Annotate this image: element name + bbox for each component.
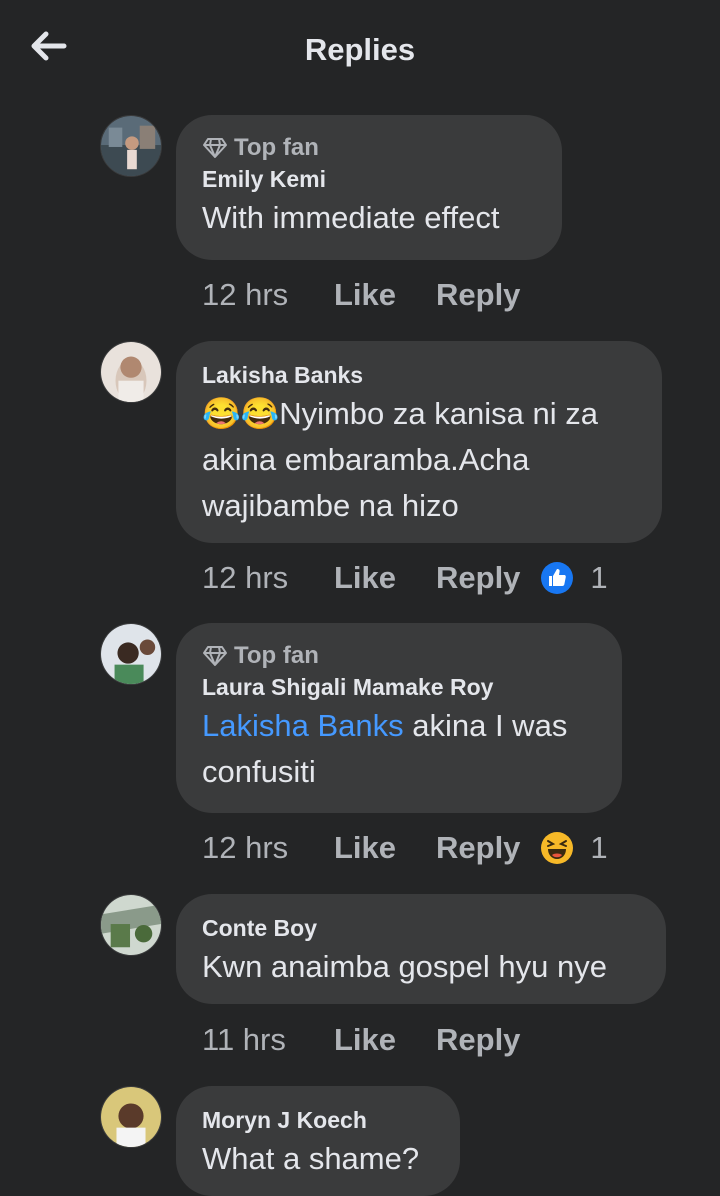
comment-text-line: akina I was [403, 708, 568, 743]
reply-button[interactable]: Reply [436, 830, 520, 866]
reaction-count: 1 [590, 560, 608, 595]
reaction-summary[interactable]: 1 [540, 830, 608, 866]
like-button[interactable]: Like [334, 830, 436, 866]
comment-text: Lakisha Banks akina I was confusiti [202, 703, 596, 795]
header-bar: Replies [0, 0, 720, 100]
page-title: Replies [304, 32, 416, 67]
badge-label: Top fan [234, 642, 319, 669]
thumbs-up-icon [541, 562, 574, 594]
comment-time[interactable]: 12 hrs [202, 830, 334, 866]
comment-time[interactable]: 12 hrs [202, 560, 334, 596]
comment-item: Top fan Laura Shigali Mamake Roy Lakisha… [100, 623, 700, 873]
comment-item: Conte Boy Kwn anaimba gospel hyu nye 11 … [100, 894, 700, 1074]
mention-link[interactable]: Lakisha Banks [202, 708, 404, 743]
laughing-tears-emoji: 😂😂 [202, 396, 280, 431]
comment-author[interactable]: Moryn J Koech [202, 1104, 434, 1136]
avatar[interactable] [100, 1086, 162, 1148]
comment-text-line: akina embaramba.Acha [202, 442, 530, 477]
comment-text: With immediate effect [202, 200, 500, 235]
reply-button[interactable]: Reply [436, 1022, 520, 1058]
reply-button[interactable]: Reply [436, 277, 520, 313]
top-fan-badge: Top fan [202, 133, 536, 163]
like-button[interactable]: Like [334, 1022, 436, 1058]
comment-text: 😂😂Nyimbo za kanisa ni za akina embaramba… [202, 391, 636, 529]
reply-button[interactable]: Reply [436, 560, 520, 596]
avatar[interactable] [100, 115, 162, 177]
comment-bubble[interactable]: Top fan Laura Shigali Mamake Roy Lakisha… [176, 623, 622, 813]
comment-actions: 12 hrs Like Reply [202, 270, 520, 320]
comment-bubble[interactable]: Top fan Emily Kemi With immediate effect [176, 115, 562, 260]
badge-label: Top fan [234, 134, 319, 161]
comment-item: Lakisha Banks 😂😂Nyimbo za kanisa ni za a… [100, 341, 700, 613]
avatar[interactable] [100, 894, 162, 956]
comment-author[interactable]: Lakisha Banks [202, 359, 636, 391]
diamond-icon [203, 646, 227, 666]
comment-author[interactable]: Emily Kemi [202, 163, 536, 195]
comment-text-line: confusiti [202, 754, 316, 789]
reaction-count: 1 [590, 830, 608, 865]
comment-actions: 11 hrs Like Reply [202, 1015, 520, 1065]
avatar[interactable] [100, 623, 162, 685]
like-button[interactable]: Like [334, 277, 436, 313]
comment-author[interactable]: Conte Boy [202, 912, 640, 944]
comment-text-line: Nyimbo za kanisa ni za [279, 396, 598, 431]
reaction-summary[interactable]: 1 [540, 560, 608, 596]
comment-item: Top fan Emily Kemi With immediate effect… [100, 115, 700, 325]
comment-text: What a shame? [202, 1141, 420, 1176]
comment-text-line: wajibambe na hizo [202, 488, 459, 523]
diamond-icon [203, 138, 227, 158]
comment-actions: 12 hrs Like Reply 1 [202, 553, 608, 603]
top-fan-badge: Top fan [202, 641, 596, 671]
avatar[interactable] [100, 341, 162, 403]
comment-bubble[interactable]: Moryn J Koech What a shame? [176, 1086, 460, 1196]
comment-actions: 12 hrs Like Reply 1 [202, 823, 608, 873]
comment-bubble[interactable]: Conte Boy Kwn anaimba gospel hyu nye [176, 894, 666, 1004]
comment-item: Moryn J Koech What a shame? [100, 1086, 700, 1196]
comment-text: Kwn anaimba gospel hyu nye [202, 949, 607, 984]
comment-bubble[interactable]: Lakisha Banks 😂😂Nyimbo za kanisa ni za a… [176, 341, 662, 543]
comment-time[interactable]: 12 hrs [202, 277, 334, 313]
like-button[interactable]: Like [334, 560, 436, 596]
haha-icon [541, 832, 574, 864]
comment-time[interactable]: 11 hrs [202, 1022, 334, 1058]
comment-author[interactable]: Laura Shigali Mamake Roy [202, 671, 596, 703]
